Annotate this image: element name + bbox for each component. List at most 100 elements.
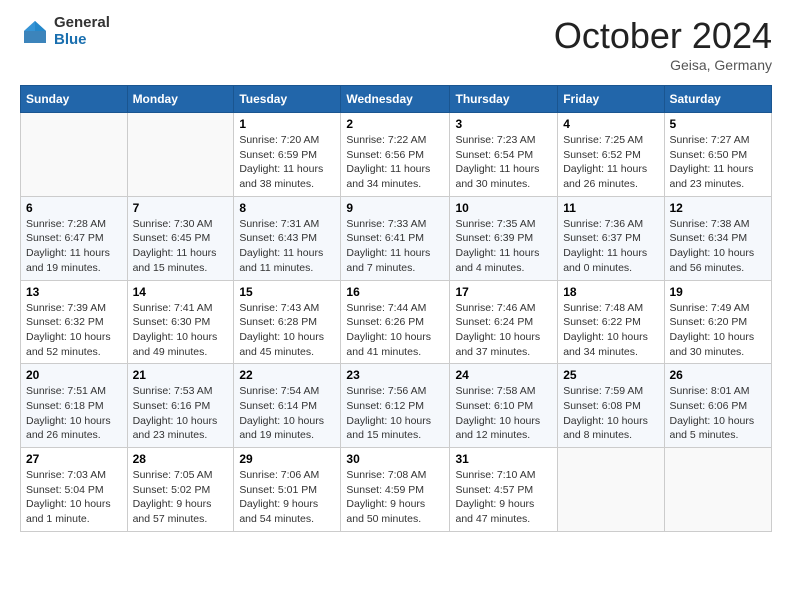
calendar-table: SundayMondayTuesdayWednesdayThursdayFrid…	[20, 85, 772, 532]
calendar-cell: 21 Sunrise: 7:53 AM Sunset: 6:16 PM Dayli…	[127, 364, 234, 448]
logo-text: General Blue	[54, 15, 110, 48]
day-info: Sunrise: 7:46 AM Sunset: 6:24 PM Dayligh…	[455, 301, 552, 360]
day-info: Sunrise: 7:49 AM Sunset: 6:20 PM Dayligh…	[670, 301, 767, 360]
calendar-cell: 25 Sunrise: 7:59 AM Sunset: 6:08 PM Dayli…	[558, 364, 664, 448]
day-info: Sunrise: 7:48 AM Sunset: 6:22 PM Dayligh…	[563, 301, 658, 360]
day-number: 18	[563, 285, 658, 299]
calendar-cell: 2 Sunrise: 7:22 AM Sunset: 6:56 PM Daylig…	[341, 113, 450, 197]
day-number: 25	[563, 368, 658, 382]
calendar-cell: 20 Sunrise: 7:51 AM Sunset: 6:18 PM Dayli…	[21, 364, 128, 448]
calendar-cell: 10 Sunrise: 7:35 AM Sunset: 6:39 PM Dayli…	[450, 196, 558, 280]
calendar-cell: 4 Sunrise: 7:25 AM Sunset: 6:52 PM Daylig…	[558, 113, 664, 197]
weekday-header-tuesday: Tuesday	[234, 86, 341, 113]
calendar-cell: 3 Sunrise: 7:23 AM Sunset: 6:54 PM Daylig…	[450, 113, 558, 197]
day-info: Sunrise: 8:01 AM Sunset: 6:06 PM Dayligh…	[670, 384, 767, 443]
day-info: Sunrise: 7:44 AM Sunset: 6:26 PM Dayligh…	[346, 301, 444, 360]
day-number: 7	[133, 201, 229, 215]
day-info: Sunrise: 7:03 AM Sunset: 5:04 PM Dayligh…	[26, 468, 122, 527]
weekday-header-monday: Monday	[127, 86, 234, 113]
calendar-cell: 29 Sunrise: 7:06 AM Sunset: 5:01 PM Dayli…	[234, 448, 341, 532]
calendar-cell: 31Sunrise: 7:10 AM Sunset: 4:57 PM Dayli…	[450, 448, 558, 532]
day-info: Sunrise: 7:51 AM Sunset: 6:18 PM Dayligh…	[26, 384, 122, 443]
calendar-cell: 6 Sunrise: 7:28 AM Sunset: 6:47 PM Daylig…	[21, 196, 128, 280]
day-info: Sunrise: 7:56 AM Sunset: 6:12 PM Dayligh…	[346, 384, 444, 443]
calendar-cell: 15 Sunrise: 7:43 AM Sunset: 6:28 PM Dayli…	[234, 280, 341, 364]
calendar-cell: 12 Sunrise: 7:38 AM Sunset: 6:34 PM Dayli…	[664, 196, 772, 280]
calendar-cell: 30Sunrise: 7:08 AM Sunset: 4:59 PM Dayli…	[341, 448, 450, 532]
day-number: 12	[670, 201, 767, 215]
day-number: 21	[133, 368, 229, 382]
day-number: 31	[455, 452, 552, 466]
calendar-cell: 7 Sunrise: 7:30 AM Sunset: 6:45 PM Daylig…	[127, 196, 234, 280]
day-number: 17	[455, 285, 552, 299]
logo-general: General	[54, 15, 110, 32]
day-number: 23	[346, 368, 444, 382]
day-number: 15	[239, 285, 335, 299]
calendar-cell: 16Sunrise: 7:44 AM Sunset: 6:26 PM Dayli…	[341, 280, 450, 364]
day-number: 8	[239, 201, 335, 215]
day-info: Sunrise: 7:53 AM Sunset: 6:16 PM Dayligh…	[133, 384, 229, 443]
page: General Blue October 2024 Geisa, Germany…	[0, 0, 792, 547]
calendar-cell: 13 Sunrise: 7:39 AM Sunset: 6:32 PM Dayli…	[21, 280, 128, 364]
day-number: 9	[346, 201, 444, 215]
weekday-header-sunday: Sunday	[21, 86, 128, 113]
day-info: Sunrise: 7:39 AM Sunset: 6:32 PM Dayligh…	[26, 301, 122, 360]
day-info: Sunrise: 7:22 AM Sunset: 6:56 PM Dayligh…	[346, 133, 444, 192]
day-info: Sunrise: 7:31 AM Sunset: 6:43 PM Dayligh…	[239, 217, 335, 276]
day-info: Sunrise: 7:33 AM Sunset: 6:41 PM Dayligh…	[346, 217, 444, 276]
day-info: Sunrise: 7:27 AM Sunset: 6:50 PM Dayligh…	[670, 133, 767, 192]
weekday-header-friday: Friday	[558, 86, 664, 113]
day-info: Sunrise: 7:43 AM Sunset: 6:28 PM Dayligh…	[239, 301, 335, 360]
day-number: 13	[26, 285, 122, 299]
week-row-2: 6 Sunrise: 7:28 AM Sunset: 6:47 PM Daylig…	[21, 196, 772, 280]
day-number: 11	[563, 201, 658, 215]
day-info: Sunrise: 7:05 AM Sunset: 5:02 PM Dayligh…	[133, 468, 229, 527]
weekday-header-row: SundayMondayTuesdayWednesdayThursdayFrid…	[21, 86, 772, 113]
day-number: 10	[455, 201, 552, 215]
day-info: Sunrise: 7:23 AM Sunset: 6:54 PM Dayligh…	[455, 133, 552, 192]
day-info: Sunrise: 7:38 AM Sunset: 6:34 PM Dayligh…	[670, 217, 767, 276]
calendar-cell: 14Sunrise: 7:41 AM Sunset: 6:30 PM Dayli…	[127, 280, 234, 364]
logo-blue: Blue	[54, 32, 110, 49]
week-row-4: 20 Sunrise: 7:51 AM Sunset: 6:18 PM Dayli…	[21, 364, 772, 448]
header: General Blue October 2024 Geisa, Germany	[20, 15, 772, 73]
day-number: 2	[346, 117, 444, 131]
month-title: October 2024	[554, 15, 772, 57]
calendar-cell: 5Sunrise: 7:27 AM Sunset: 6:50 PM Daylig…	[664, 113, 772, 197]
calendar-cell: 17 Sunrise: 7:46 AM Sunset: 6:24 PM Dayli…	[450, 280, 558, 364]
calendar-cell: 28Sunrise: 7:05 AM Sunset: 5:02 PM Dayli…	[127, 448, 234, 532]
day-number: 20	[26, 368, 122, 382]
day-number: 29	[239, 452, 335, 466]
week-row-3: 13 Sunrise: 7:39 AM Sunset: 6:32 PM Dayli…	[21, 280, 772, 364]
day-number: 27	[26, 452, 122, 466]
day-number: 4	[563, 117, 658, 131]
title-area: October 2024 Geisa, Germany	[554, 15, 772, 73]
day-info: Sunrise: 7:59 AM Sunset: 6:08 PM Dayligh…	[563, 384, 658, 443]
weekday-header-thursday: Thursday	[450, 86, 558, 113]
calendar-cell: 1Sunrise: 7:20 AM Sunset: 6:59 PM Daylig…	[234, 113, 341, 197]
day-info: Sunrise: 7:28 AM Sunset: 6:47 PM Dayligh…	[26, 217, 122, 276]
day-number: 6	[26, 201, 122, 215]
calendar-cell	[127, 113, 234, 197]
day-info: Sunrise: 7:06 AM Sunset: 5:01 PM Dayligh…	[239, 468, 335, 527]
day-info: Sunrise: 7:30 AM Sunset: 6:45 PM Dayligh…	[133, 217, 229, 276]
calendar-cell: 19 Sunrise: 7:49 AM Sunset: 6:20 PM Dayli…	[664, 280, 772, 364]
calendar-cell: 27 Sunrise: 7:03 AM Sunset: 5:04 PM Dayli…	[21, 448, 128, 532]
calendar-cell: 9 Sunrise: 7:33 AM Sunset: 6:41 PM Daylig…	[341, 196, 450, 280]
day-info: Sunrise: 7:25 AM Sunset: 6:52 PM Dayligh…	[563, 133, 658, 192]
day-number: 3	[455, 117, 552, 131]
day-info: Sunrise: 7:35 AM Sunset: 6:39 PM Dayligh…	[455, 217, 552, 276]
day-number: 26	[670, 368, 767, 382]
day-number: 22	[239, 368, 335, 382]
day-number: 19	[670, 285, 767, 299]
day-number: 30	[346, 452, 444, 466]
calendar-cell: 8 Sunrise: 7:31 AM Sunset: 6:43 PM Daylig…	[234, 196, 341, 280]
calendar-cell: 26 Sunrise: 8:01 AM Sunset: 6:06 PM Dayli…	[664, 364, 772, 448]
weekday-header-saturday: Saturday	[664, 86, 772, 113]
calendar-cell	[21, 113, 128, 197]
day-number: 14	[133, 285, 229, 299]
day-number: 1	[239, 117, 335, 131]
calendar-cell: 23 Sunrise: 7:56 AM Sunset: 6:12 PM Dayli…	[341, 364, 450, 448]
week-row-5: 27 Sunrise: 7:03 AM Sunset: 5:04 PM Dayli…	[21, 448, 772, 532]
day-number: 24	[455, 368, 552, 382]
